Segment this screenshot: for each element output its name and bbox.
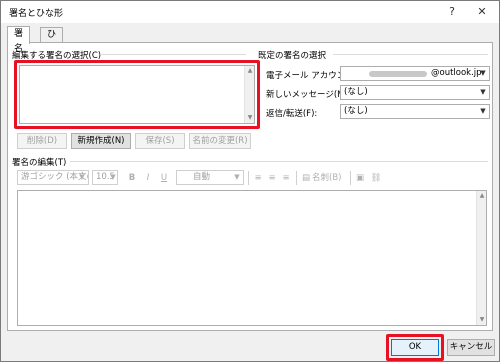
new-message-label: 新しいメッセージ(M):	[266, 90, 351, 100]
business-card-icon: ▤	[301, 173, 311, 183]
signature-list-highlight	[14, 60, 260, 129]
signature-editor[interactable]: ▲ ▼	[17, 190, 487, 326]
business-card-button[interactable]: 名刺(B)	[312, 171, 348, 185]
default-signature-title: 既定の署名の選択	[258, 51, 327, 61]
reply-forward-value: (なし)	[344, 106, 368, 116]
chevron-down-icon: ▼	[480, 107, 486, 115]
bold-button[interactable]: B	[126, 171, 138, 185]
new-signature-button[interactable]: 新規作成(N)	[71, 133, 131, 149]
font-size-select[interactable]: 10.5 ▼	[92, 170, 118, 185]
hyperlink-icon[interactable]: ⛓	[370, 171, 382, 185]
chevron-down-icon: ▼	[480, 69, 486, 77]
new-message-select[interactable]: (なし) ▼	[340, 85, 490, 100]
scroll-down-icon[interactable]: ▼	[477, 315, 487, 325]
italic-button[interactable]: I	[142, 171, 154, 185]
ok-button-highlight	[386, 334, 444, 361]
toolbar-divider	[248, 171, 249, 185]
edit-section-divider	[70, 161, 488, 162]
signature-panel: 編集する署名の選択(C) ▲ ▼ 削除(D) 新規作成(N) 保存(S) 名前の…	[7, 42, 493, 331]
rename-button[interactable]: 名前の変更(R)	[189, 133, 251, 149]
chevron-down-icon: ▼	[79, 173, 85, 181]
email-account-select[interactable]: @outlook.jp ▼	[340, 66, 490, 81]
chevron-down-icon: ▼	[480, 88, 486, 96]
insert-picture-icon[interactable]: ▣	[354, 171, 366, 185]
font-color-select[interactable]: 自動 ▼	[176, 170, 244, 185]
signatures-dialog: 署名とひな形 ? ✕ 署名 ひな形 編集する署名の選択(C) ▲ ▼ 削除(D)…	[0, 0, 500, 362]
toolbar-divider	[350, 171, 351, 185]
new-message-value: (なし)	[344, 87, 368, 97]
align-center-icon[interactable]: ≡	[266, 171, 278, 185]
font-color-value: 自動	[193, 172, 211, 182]
save-button[interactable]: 保存(S)	[135, 133, 185, 149]
window-title: 署名とひな形	[9, 9, 64, 19]
chevron-down-icon: ▼	[110, 173, 116, 181]
tab-stationery[interactable]: ひな形	[40, 27, 64, 70]
default-section-divider	[333, 54, 488, 55]
scroll-up-icon[interactable]: ▲	[477, 191, 487, 201]
delete-button[interactable]: 削除(D)	[17, 133, 67, 149]
email-account-value: @outlook.jp	[431, 68, 482, 78]
email-redacted	[369, 71, 427, 77]
signature-editor-scrollbar[interactable]: ▲ ▼	[476, 191, 486, 325]
select-section-divider	[100, 54, 246, 55]
edit-signature-title: 署名の編集(T)	[12, 158, 67, 168]
align-left-icon[interactable]: ≡	[252, 171, 264, 185]
tab-signature[interactable]: 署名	[7, 26, 31, 54]
tab-signature-label: 署名	[14, 29, 24, 54]
font-select[interactable]: 游ゴシック (本文の ▼	[17, 170, 89, 185]
toolbar-divider	[296, 171, 297, 185]
cancel-button[interactable]: キャンセル	[447, 339, 495, 356]
chevron-down-icon: ▼	[234, 173, 240, 181]
align-right-icon[interactable]: ≡	[280, 171, 292, 185]
underline-button[interactable]: U	[158, 171, 170, 185]
reply-forward-label: 返信/転送(F):	[266, 109, 318, 119]
help-button[interactable]: ?	[439, 3, 465, 21]
close-button[interactable]: ✕	[469, 3, 495, 21]
title-bar: 署名とひな形 ? ✕	[1, 1, 499, 23]
reply-forward-select[interactable]: (なし) ▼	[340, 104, 490, 119]
